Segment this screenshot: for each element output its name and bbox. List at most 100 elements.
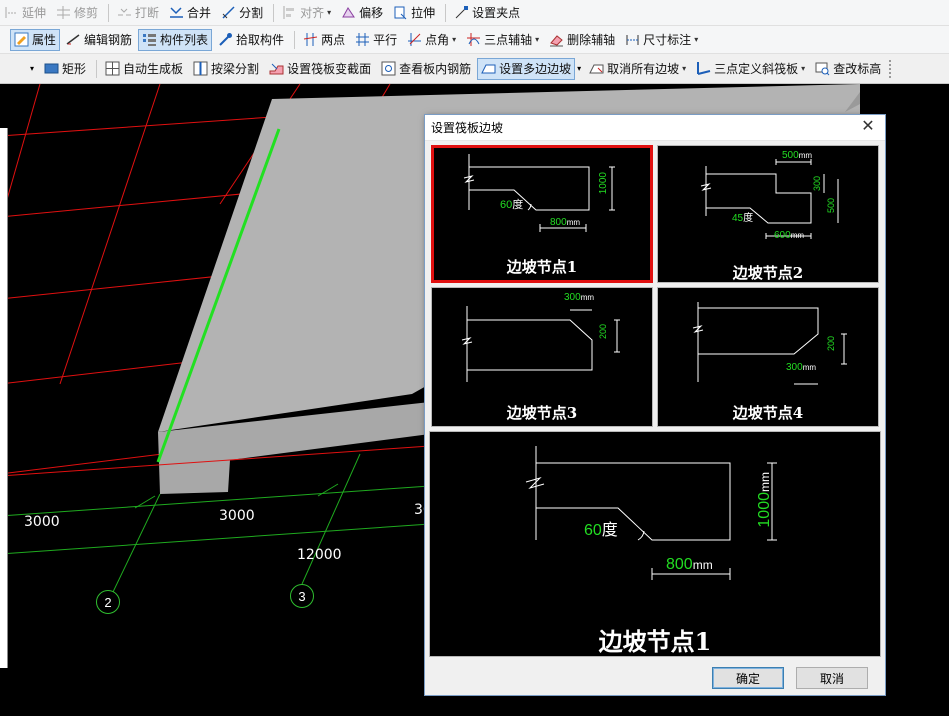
chevron-down-icon: ▾ — [535, 35, 540, 44]
cancel-all-slopes-button[interactable]: 取消所有边坡 ▾ — [585, 58, 690, 80]
parallel-axis-button[interactable]: 平行 — [351, 29, 401, 51]
offset-icon — [341, 5, 356, 20]
dimension-button[interactable]: 尺寸标注 ▾ — [621, 29, 702, 51]
split-by-beam-button[interactable]: 按梁分割 — [189, 58, 263, 80]
edit-rebar-button[interactable]: 编辑钢筋 — [62, 29, 136, 51]
component-list-label: 构件列表 — [160, 33, 209, 47]
chevron-down-icon: ▾ — [694, 35, 699, 44]
dimension-label: 尺寸标注 — [643, 33, 692, 47]
auto-generate-slab-button[interactable]: 自动生成板 — [101, 58, 187, 80]
slope-node-1-label: 边坡节点1 — [506, 258, 578, 276]
raft-slab-toolbar: ▾ 矩形 自动生成板 按梁分割 设置筏板变截面 查看板内钢筋 设置多边边坡 ▾ … — [0, 54, 949, 84]
three-point-slope-icon — [696, 61, 711, 76]
split-by-beam-label: 按梁分割 — [211, 62, 260, 76]
align-icon — [282, 5, 297, 20]
left-panel-edge — [0, 128, 8, 668]
split-label: 分割 — [239, 6, 264, 20]
point-angle-axis-icon — [407, 32, 422, 47]
slope-node-3-option[interactable]: 300mm 200 边坡节点3 — [431, 287, 653, 427]
merge-icon — [169, 5, 184, 20]
separator — [294, 30, 296, 49]
offset-button[interactable]: 偏移 — [337, 2, 387, 24]
trim-button[interactable]: 修剪 — [52, 2, 102, 24]
stretch-button[interactable]: 拉伸 — [389, 2, 439, 24]
angle-annotation: 60度 — [500, 199, 524, 211]
set-raft-slope-dialog: 设置筏板边坡 ✕ 60度 800mm 1000 边坡节点1 500mm 300 … — [424, 114, 886, 696]
auto-generate-slab-label: 自动生成板 — [123, 62, 184, 76]
width-annotation: 300mm — [564, 292, 595, 303]
slope-node-4-label: 边坡节点4 — [732, 404, 804, 422]
close-icon[interactable]: ✕ — [859, 118, 877, 136]
three-point-aux-icon — [466, 32, 481, 47]
two-points-axis-icon — [303, 32, 318, 47]
preview-height-annotation: 1000mm — [756, 472, 773, 528]
stretch-label: 拉伸 — [411, 6, 436, 20]
modify-toolbar: 延伸 修剪 打断 合并 分割 对齐 ▾ 偏移 拉伸 设置夹点 — [0, 0, 949, 26]
three-point-aux-label: 三点辅轴 — [484, 33, 533, 47]
slope-node-3-label: 边坡节点3 — [506, 404, 578, 422]
dimension-label: 3000 — [24, 514, 60, 530]
extend-icon — [4, 5, 19, 20]
elevation-icon — [815, 61, 830, 76]
rectangle-button[interactable]: 矩形 — [40, 58, 90, 80]
cancel-button[interactable]: 取消 — [796, 667, 868, 689]
two-points-axis-button[interactable]: 两点 — [299, 29, 349, 51]
chevron-down-icon: ▾ — [682, 64, 687, 73]
delete-aux-button[interactable]: 删除辅轴 — [545, 29, 619, 51]
align-button[interactable]: 对齐 ▾ — [278, 2, 335, 24]
cancel-slope-icon — [589, 61, 604, 76]
top-width-annotation: 500mm — [782, 150, 813, 161]
three-point-slope-raft-button[interactable]: 三点定义斜筏板 ▾ — [692, 58, 809, 80]
point-angle-axis-button[interactable]: 点角 ▾ — [403, 29, 460, 51]
preview-width-annotation: 800mm — [666, 556, 713, 573]
pick-component-button[interactable]: 拾取构件 — [214, 29, 288, 51]
slope-icon — [481, 61, 496, 76]
three-point-slope-raft-label: 三点定义斜筏板 — [714, 62, 799, 76]
dialog-title-bar[interactable]: 设置筏板边坡 — [425, 115, 885, 141]
eraser-icon — [549, 32, 564, 47]
toolbar-grip — [889, 59, 895, 78]
slope-node-4-option[interactable]: 200 300mm 边坡节点4 — [657, 287, 879, 427]
view-slab-rebar-label: 查看板内钢筋 — [399, 62, 472, 76]
slope-preview-panel: 60度 800mm 1000mm 边坡节点1 — [429, 431, 881, 657]
slope-node-1-option[interactable]: 60度 800mm 1000 边坡节点1 — [431, 145, 653, 283]
two-points-label: 两点 — [321, 33, 346, 47]
edit-rebar-icon — [66, 32, 81, 47]
component-list-button[interactable]: 构件列表 — [138, 28, 213, 51]
modify-elevation-label: 查改标高 — [833, 62, 882, 76]
set-raft-section-change-label: 设置筏板变截面 — [287, 62, 372, 76]
height-annotation: 200 — [826, 336, 836, 352]
preview-angle-annotation: 60度 — [584, 522, 618, 539]
preview-label: 边坡节点1 — [598, 627, 712, 656]
rectangle-icon — [44, 61, 59, 76]
grip-point-icon — [454, 5, 469, 20]
set-grip-button[interactable]: 设置夹点 — [450, 2, 524, 24]
break-button[interactable]: 打断 — [113, 2, 163, 24]
set-multi-edge-slope-button[interactable]: 设置多边边坡 — [477, 57, 576, 80]
three-point-aux-button[interactable]: 三点辅轴 ▾ — [462, 29, 543, 51]
section-change-icon — [269, 61, 284, 76]
angle-annotation: 45度 — [732, 213, 754, 224]
properties-icon — [14, 32, 29, 47]
grid-icon — [105, 61, 120, 76]
offset-label: 偏移 — [359, 6, 384, 20]
separator — [273, 3, 275, 22]
set-raft-section-change-button[interactable]: 设置筏板变截面 — [265, 58, 375, 80]
slope-node-2-option[interactable]: 500mm 300 500 45度 600mm 边坡节点2 — [657, 145, 879, 283]
stretch-icon — [393, 5, 408, 20]
height-annotation: 500 — [826, 198, 836, 214]
properties-button[interactable]: 属性 — [10, 28, 61, 51]
chevron-down-icon[interactable]: ▾ — [30, 64, 34, 73]
ok-button[interactable]: 确定 — [712, 667, 784, 689]
modify-elevation-button[interactable]: 查改标高 — [811, 58, 885, 80]
view-slab-rebar-button[interactable]: 查看板内钢筋 — [377, 58, 475, 80]
dimension-icon — [625, 32, 640, 47]
extend-button[interactable]: 延伸 — [0, 2, 50, 24]
split-button[interactable]: 分割 — [217, 2, 267, 24]
break-label: 打断 — [135, 6, 160, 20]
chevron-down-icon[interactable]: ▾ — [577, 64, 581, 73]
merge-button[interactable]: 合并 — [165, 2, 215, 24]
edit-rebar-label: 编辑钢筋 — [84, 33, 133, 47]
eyedropper-icon — [218, 32, 233, 47]
list-icon — [142, 32, 157, 47]
